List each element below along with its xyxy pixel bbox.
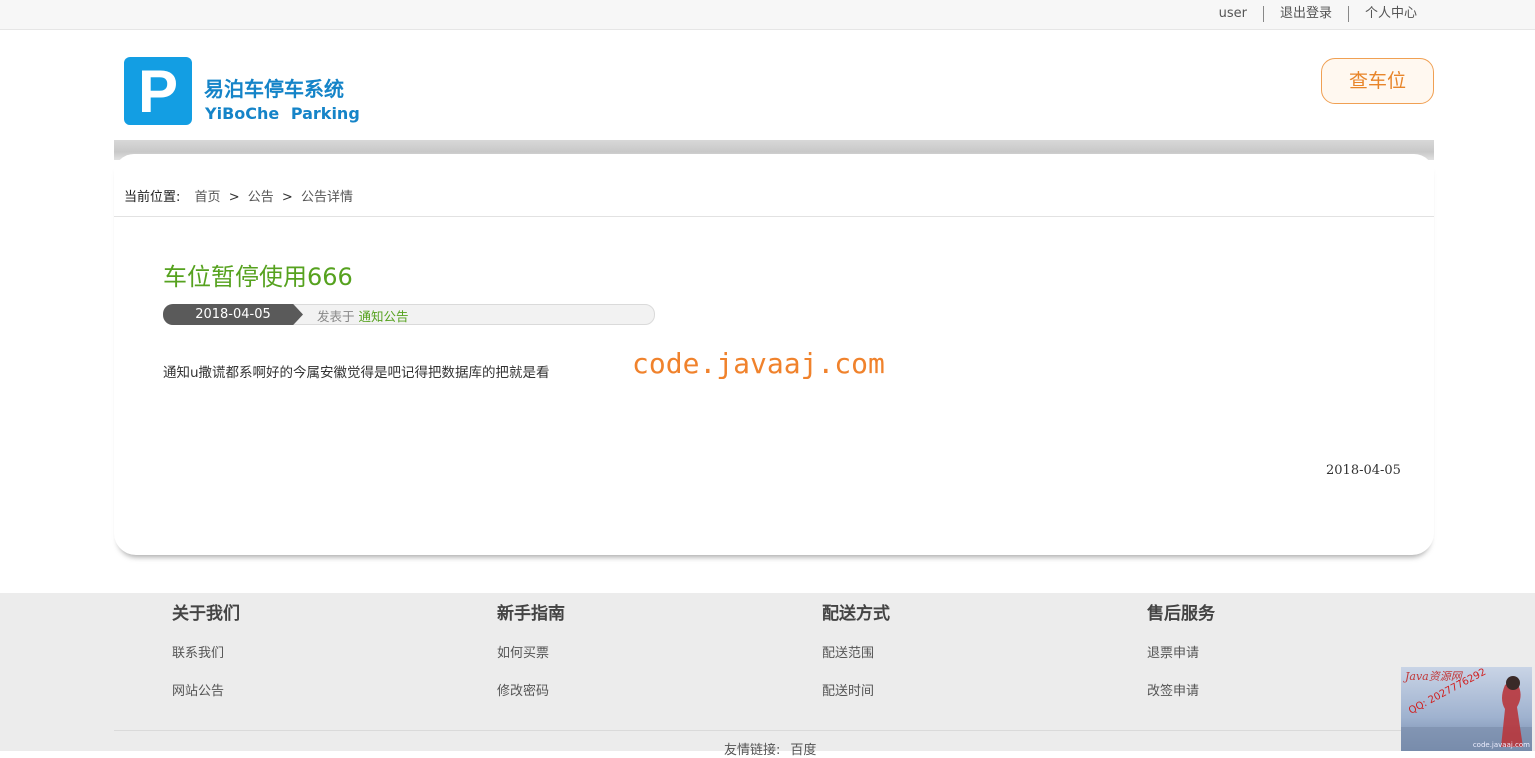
corner-ad-image[interactable]: Java资源网 QQ: 2027776292 code.javaaj.com bbox=[1401, 667, 1532, 751]
corner-ad-site: code.javaaj.com bbox=[1472, 741, 1530, 749]
article-body: 通知u撒谎都系啊好的今属安徽觉得是吧记得把数据库的把就是看 bbox=[163, 365, 550, 381]
breadcrumb-label: 当前位置: bbox=[124, 190, 181, 205]
footer-link[interactable]: 配送范围 bbox=[822, 642, 874, 661]
site-logo[interactable]: P 易泊车停车系统 YiBoChe Parking bbox=[124, 57, 360, 127]
article-meta-text: 发表于 通知公告 bbox=[317, 306, 409, 325]
footer-column-title: 售后服务 bbox=[1147, 604, 1215, 624]
article-category-link[interactable]: 通知公告 bbox=[359, 309, 409, 324]
footer-link[interactable]: 如何买票 bbox=[497, 642, 549, 661]
breadcrumb-divider bbox=[114, 216, 1434, 217]
user-links: user 退出登录 个人中心 bbox=[1219, 5, 1417, 23]
breadcrumb-separator: > bbox=[281, 190, 293, 205]
footer-column-title: 关于我们 bbox=[172, 604, 240, 624]
footer-link[interactable]: 网站公告 bbox=[172, 680, 224, 699]
posted-in-label: 发表于 bbox=[317, 309, 355, 324]
breadcrumb-current[interactable]: 公告详情 bbox=[301, 190, 353, 205]
find-parking-button[interactable]: 查车位 bbox=[1321, 58, 1434, 104]
footer-link[interactable]: 联系我们 bbox=[172, 642, 224, 661]
breadcrumb-separator: > bbox=[228, 190, 240, 205]
footer-link[interactable]: 配送时间 bbox=[822, 680, 874, 699]
username-link[interactable]: user bbox=[1219, 5, 1263, 23]
breadcrumb-home[interactable]: 首页 bbox=[195, 190, 221, 205]
watermark-text: code.javaaj.com bbox=[632, 347, 885, 380]
footer-column-delivery: 配送方式 配送范围 配送时间 bbox=[822, 602, 890, 699]
parking-p-icon: P bbox=[124, 57, 192, 125]
footer-column-guide: 新手指南 如何买票 修改密码 bbox=[497, 602, 565, 699]
logo-chinese-name: 易泊车停车系统 bbox=[204, 77, 344, 101]
footer-column-about: 关于我们 联系我们 网站公告 bbox=[172, 602, 240, 699]
footer-link[interactable]: 退票申请 bbox=[1147, 642, 1199, 661]
footer-column-title: 配送方式 bbox=[822, 604, 890, 624]
footer-column-title: 新手指南 bbox=[497, 604, 565, 624]
article-date-badge: 2018-04-05 bbox=[163, 304, 303, 325]
article-footer-date: 2018-04-05 bbox=[1326, 463, 1401, 478]
profile-link[interactable]: 个人中心 bbox=[1349, 5, 1417, 23]
logo-letter: P bbox=[138, 58, 178, 125]
footer-column-service: 售后服务 退票申请 改签申请 bbox=[1147, 602, 1215, 699]
article-title: 车位暂停使用666 bbox=[163, 263, 353, 291]
breadcrumb-notices[interactable]: 公告 bbox=[248, 190, 274, 205]
logout-link[interactable]: 退出登录 bbox=[1264, 5, 1348, 23]
breadcrumb: 当前位置: 首页 > 公告 > 公告详情 bbox=[124, 186, 353, 205]
top-bar: user 退出登录 个人中心 bbox=[0, 0, 1535, 30]
footer-divider bbox=[114, 730, 1434, 731]
footer-link[interactable]: 改签申请 bbox=[1147, 680, 1199, 699]
logo-english-name: YiBoChe Parking bbox=[205, 104, 360, 123]
footer-link[interactable]: 修改密码 bbox=[497, 680, 549, 699]
friend-links: 友情链接: 百度 bbox=[724, 739, 816, 758]
